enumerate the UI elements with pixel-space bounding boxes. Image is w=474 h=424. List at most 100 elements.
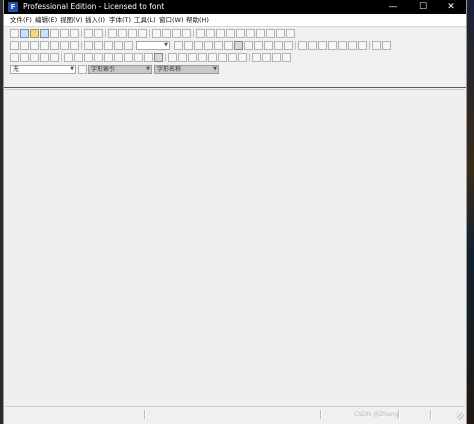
table-editor-icon[interactable] — [276, 29, 285, 38]
flip-vertical-icon[interactable] — [382, 41, 391, 50]
nudge-down-icon[interactable] — [40, 53, 49, 62]
print-preview-icon[interactable] — [70, 29, 79, 38]
align-icon[interactable] — [254, 41, 263, 50]
contour-tool-icon[interactable] — [84, 41, 93, 50]
bounding-box-icon[interactable] — [298, 41, 307, 50]
undo-icon[interactable] — [152, 29, 161, 38]
fit-icon[interactable] — [318, 41, 327, 50]
menu-tools[interactable]: 工具(L) — [134, 15, 156, 25]
ellipse-tool-icon[interactable] — [124, 41, 133, 50]
fill-icon[interactable] — [234, 41, 243, 50]
save-icon[interactable] — [40, 29, 49, 38]
edit-tool-icon[interactable] — [256, 29, 265, 38]
split-icon[interactable] — [94, 53, 103, 62]
print-icon[interactable] — [60, 29, 69, 38]
preview-window-icon[interactable] — [236, 29, 245, 38]
magnify-icon[interactable] — [50, 53, 59, 62]
transform-icon[interactable] — [244, 41, 253, 50]
glyph-index-combo[interactable]: 字形索引 ▼ — [88, 65, 152, 74]
metrics-window-icon[interactable] — [206, 29, 215, 38]
font-info-icon[interactable] — [246, 29, 255, 38]
menu-file[interactable]: 文件(F) — [10, 15, 32, 25]
redo-dropdown-icon[interactable] — [182, 29, 191, 38]
skew-icon[interactable] — [228, 53, 237, 62]
lasso-tool-icon[interactable] — [20, 41, 29, 50]
resize-icon[interactable] — [308, 41, 317, 50]
arrow-right-icon[interactable] — [114, 53, 123, 62]
mdi-workspace[interactable] — [5, 89, 465, 407]
glyph-name-combo[interactable]: 字形名称 ▼ — [154, 65, 219, 74]
zoom-tool-icon[interactable] — [50, 41, 59, 50]
select-tool-icon[interactable] — [10, 41, 19, 50]
contour-direction-icon[interactable] — [74, 53, 83, 62]
collapse-icon[interactable] — [338, 41, 347, 50]
component-icon[interactable] — [188, 53, 197, 62]
undo-dropdown-icon[interactable] — [162, 29, 171, 38]
spacing-icon[interactable] — [134, 53, 143, 62]
redo-icon[interactable] — [172, 29, 181, 38]
layer-icon[interactable] — [214, 41, 223, 50]
grid-snap-icon[interactable] — [154, 53, 163, 62]
kerning-window-icon[interactable] — [216, 29, 225, 38]
stack-icon[interactable] — [178, 53, 187, 62]
composite-icon[interactable] — [198, 53, 207, 62]
square-icon[interactable] — [274, 41, 283, 50]
view-options-icon[interactable] — [272, 53, 281, 62]
menu-edit[interactable]: 编辑(E) — [35, 15, 57, 25]
menu-window[interactable]: 窗口(W) — [159, 15, 184, 25]
nudge-up-icon[interactable] — [30, 53, 39, 62]
center-icon[interactable] — [348, 41, 357, 50]
node-icon[interactable] — [204, 41, 213, 50]
measure-tool-icon[interactable] — [104, 41, 113, 50]
resize-grip-icon[interactable] — [457, 413, 464, 420]
close-button[interactable]: ✕ — [436, 0, 466, 14]
delete-icon[interactable] — [138, 29, 147, 38]
merge-icon[interactable] — [84, 53, 93, 62]
history-icon[interactable] — [282, 53, 291, 62]
delete-selection-icon[interactable] — [358, 41, 367, 50]
text-window-icon[interactable] — [226, 29, 235, 38]
nudge-left-icon[interactable] — [10, 53, 19, 62]
paste-icon[interactable] — [128, 29, 137, 38]
save-as-icon[interactable] — [50, 29, 59, 38]
knife-tool-icon[interactable] — [70, 41, 79, 50]
menu-view[interactable]: 视图(V) — [60, 15, 83, 25]
flip-horizontal-icon[interactable] — [372, 41, 381, 50]
menu-insert[interactable]: 插入(I) — [85, 15, 105, 25]
outline-icon[interactable] — [224, 41, 233, 50]
cut-icon[interactable] — [108, 29, 117, 38]
paint-icon[interactable] — [252, 53, 261, 62]
title-bar[interactable]: F Professional Edition - Licensed to fon… — [4, 0, 466, 14]
font-options-icon[interactable] — [78, 65, 87, 74]
diamond-icon[interactable] — [264, 41, 273, 50]
new-file-icon[interactable] — [10, 29, 19, 38]
expand-icon[interactable] — [328, 41, 337, 50]
font-select-combo[interactable]: 无 ▼ — [10, 65, 76, 74]
rotate-tool-icon[interactable] — [30, 41, 39, 50]
point-icon[interactable] — [64, 53, 73, 62]
frame-icon[interactable] — [284, 41, 293, 50]
hand-tool-icon[interactable] — [40, 41, 49, 50]
vertical-metrics-icon[interactable] — [144, 53, 153, 62]
context-help-icon[interactable] — [286, 29, 295, 38]
maximize-button[interactable]: ☐ — [408, 0, 438, 14]
triangle-icon[interactable] — [208, 53, 217, 62]
open-folder-icon[interactable] — [30, 29, 39, 38]
curve-tool-icon[interactable] — [94, 41, 103, 50]
hint-tool-icon[interactable] — [266, 29, 275, 38]
app-icon[interactable]: F — [8, 2, 18, 12]
properties-icon[interactable] — [84, 29, 93, 38]
guideline-icon[interactable] — [184, 41, 193, 50]
zoom-level-combo[interactable]: ▼ — [136, 41, 170, 50]
menu-help[interactable]: 帮助(H) — [186, 15, 209, 25]
minimize-button[interactable]: — — [378, 0, 408, 14]
rectangle-tool-icon[interactable] — [114, 41, 123, 50]
nudge-right-icon[interactable] — [20, 53, 29, 62]
new-project-icon[interactable] — [20, 29, 29, 38]
grid-icon[interactable] — [194, 41, 203, 50]
shapes-icon[interactable] — [262, 53, 271, 62]
validate-icon[interactable] — [94, 29, 103, 38]
arrow-left-icon[interactable] — [104, 53, 113, 62]
mirror-icon[interactable] — [124, 53, 133, 62]
pen-tool-icon[interactable] — [60, 41, 69, 50]
